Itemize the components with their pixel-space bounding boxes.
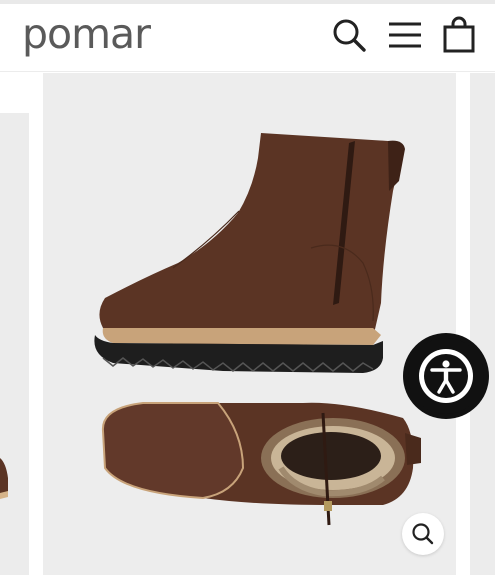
site-logo[interactable]: pomar — [22, 8, 151, 60]
zoom-icon — [412, 523, 434, 545]
zoom-button[interactable] — [402, 513, 444, 555]
search-icon[interactable] — [330, 16, 368, 54]
site-header: pomar — [0, 4, 495, 72]
accessibility-icon — [408, 338, 484, 414]
brown-boot-image — [94, 133, 421, 526]
main-product-image[interactable] — [43, 73, 456, 575]
next-slide-image[interactable] — [470, 73, 495, 575]
cart-icon[interactable] — [440, 16, 478, 54]
previous-slide-image[interactable] — [0, 113, 29, 575]
product-gallery[interactable] — [0, 73, 495, 575]
menu-icon[interactable] — [386, 16, 424, 54]
accessibility-button[interactable] — [403, 333, 489, 419]
